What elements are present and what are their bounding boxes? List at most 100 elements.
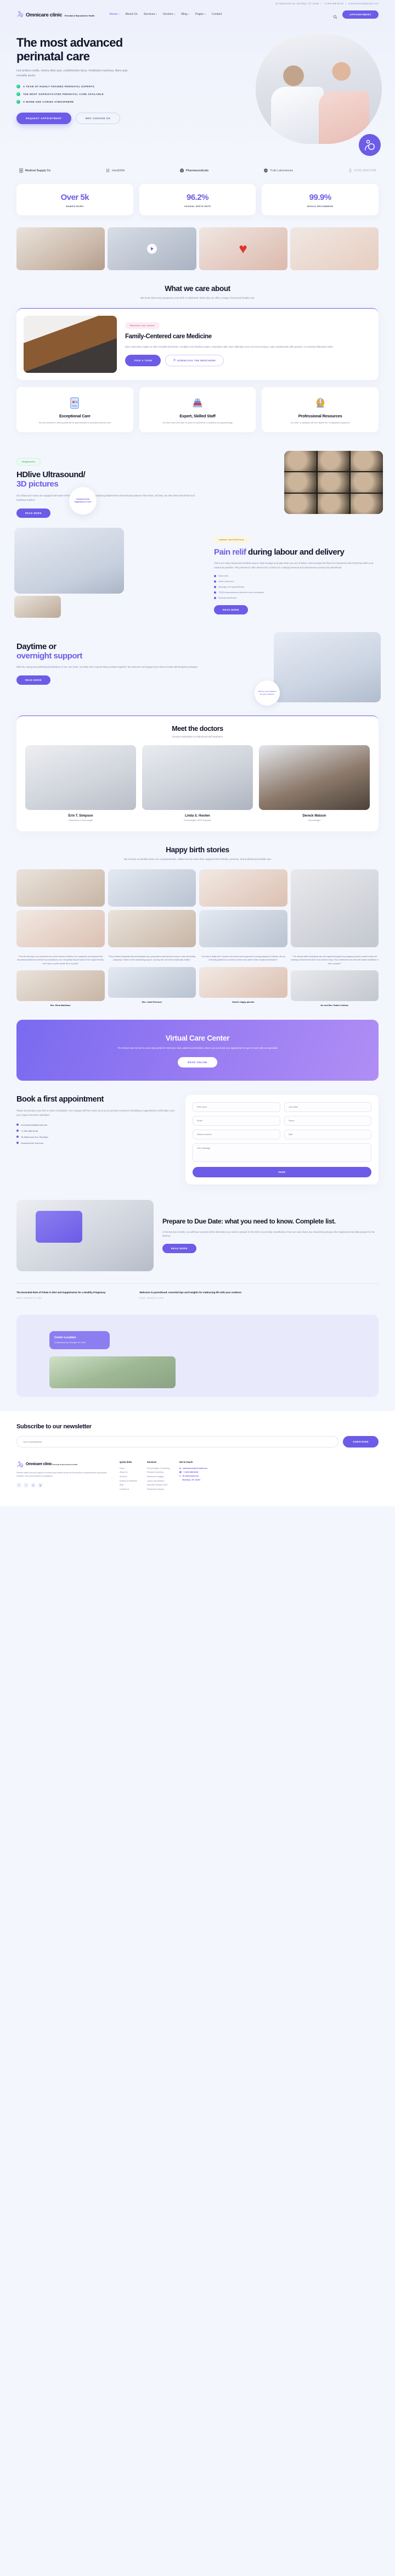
instagram-icon[interactable]: ig: [38, 1482, 43, 1488]
linkedin-icon[interactable]: in: [31, 1482, 36, 1488]
doctor-name: Linda S. Hooten: [185, 814, 210, 818]
partner-truth-laboratories[interactable]: Truth Laboratories: [263, 168, 293, 173]
footer-link[interactable]: Ultrasound Imaging: [147, 1475, 170, 1479]
clinic-video-thumbnail[interactable]: [108, 227, 196, 270]
footer-contact-email[interactable]: ✉ omnicareemail@email.com: [179, 1467, 207, 1471]
footer-contact-address-1[interactable]: ⚲ 16 Alderwood Ave.: [179, 1474, 207, 1478]
footer-column-heading: Quick links: [120, 1460, 132, 1463]
testimonial: "They provided compassionate and dedicat…: [108, 955, 196, 1007]
phone-input[interactable]: [284, 1115, 371, 1126]
footer-link[interactable]: Preconception Counseling: [147, 1467, 170, 1471]
blog-post[interactable]: Welcome to parenthood: essential tips an…: [139, 1290, 255, 1299]
book-online-button[interactable]: BOOK ONLINE: [178, 1057, 217, 1068]
site-header: Omnicare clinic Perinatal & Reproductive…: [0, 7, 395, 22]
list-item-label: Water birth: [218, 574, 229, 577]
footer-link[interactable]: Blog: [120, 1483, 137, 1488]
date-input[interactable]: [284, 1129, 371, 1139]
footer-brand-column: Omnicare clinic Perinatal & Reproductive…: [16, 1461, 110, 1492]
list-item-label: TENS transcutaneous electrical nerve sti…: [218, 591, 264, 594]
last-name-input[interactable]: [284, 1102, 371, 1112]
take-a-tour-button[interactable]: TAKE A TOUR: [125, 355, 161, 367]
play-icon[interactable]: [146, 244, 157, 254]
contact-address[interactable]: 16 Alderwood Ave. Brooklyn: [16, 1136, 176, 1138]
partner-handdna[interactable]: HandDNA: [105, 168, 125, 173]
first-name-input[interactable]: [193, 1102, 280, 1112]
care-card-pill: Discover our center: [125, 322, 160, 329]
due-date-read-more-button[interactable]: READ MORE: [162, 1244, 196, 1254]
footer-link[interactable]: Labour and Delivery: [147, 1479, 170, 1484]
baby-feet-photo: [290, 227, 379, 270]
footer-contact-label: +1 800 888 86 66: [183, 1471, 199, 1473]
map-section[interactable]: Center Location 16 Alderwood Ave, Brookl…: [16, 1314, 379, 1397]
ultrasound-read-more-button[interactable]: READ MORE: [16, 508, 50, 518]
topbar-email[interactable]: omnicareemail@email.com: [348, 2, 379, 5]
stat-number: 99.9%: [309, 193, 332, 202]
partner-medical-supply-co[interactable]: Medical Supply Co: [19, 168, 50, 173]
testimonial-photo: [16, 970, 105, 1001]
footer-link[interactable]: Neonatal Intensive Care: [147, 1483, 170, 1488]
nav-item-doctors[interactable]: Doctors ▾: [163, 13, 175, 16]
partner-pharmaceuticals[interactable]: Pharmaceuticals: [179, 168, 208, 173]
doctor-role: Perinatologist / MFM Specialist: [184, 819, 211, 822]
facebook-icon[interactable]: f: [16, 1482, 21, 1488]
contact-email[interactable]: omnicareemail@email.com: [16, 1124, 176, 1126]
footer-link[interactable]: Prenatal Screening: [147, 1471, 170, 1475]
pin-icon: ⚲: [179, 1474, 181, 1477]
footer-link[interactable]: Postpartum Support: [147, 1488, 170, 1492]
topbar-phone[interactable]: +1 800 888 86 66: [324, 2, 343, 5]
appointment-contact-list: omnicareemail@email.com +1 800 888 86 66…: [16, 1124, 176, 1144]
nav-item-about[interactable]: About Us: [126, 13, 138, 16]
hospital-bag-photo: [16, 1199, 154, 1271]
doctor-card[interactable]: Dereck Watson Neonatologist: [259, 745, 370, 822]
footer-link[interactable]: About Us: [120, 1471, 137, 1475]
pain-relief-title: Pain relif during labour and delivery: [214, 547, 379, 557]
nav-item-home[interactable]: Home ▾: [109, 13, 119, 16]
nav-item-services[interactable]: Services ▾: [144, 13, 157, 16]
footer-link[interactable]: Services: [120, 1475, 137, 1479]
service-select[interactable]: [193, 1129, 280, 1139]
partner-fito-doctor[interactable]: FITO DOCTOR: [348, 168, 376, 173]
nav-item-contact[interactable]: Contact: [212, 13, 222, 16]
twitter-icon[interactable]: t: [24, 1482, 29, 1488]
night-care-read-more-button[interactable]: READ MORE: [16, 675, 50, 685]
care-card-body: Duis consectetur sapien et nibh convalli…: [125, 345, 333, 348]
blog-row: The Essential Role of Folate in Diet and…: [0, 1284, 395, 1303]
logo[interactable]: Omnicare clinic Perinatal & Reproductive…: [16, 9, 94, 19]
contact-brochure[interactable]: Download the brochure: [16, 1142, 176, 1144]
nav-item-blog[interactable]: Blog ▾: [181, 13, 189, 16]
chevron-down-icon: ▾: [156, 13, 157, 15]
appointment-button[interactable]: APPOINTMENT: [342, 10, 379, 19]
send-button[interactable]: SEND: [193, 1166, 371, 1177]
doctor-with-family-photo: [14, 527, 124, 594]
feature-card-professional-resources: Professional Resources Our clinic is equ…: [262, 387, 379, 433]
testimonial: "Our baby is finally here! Thanks to the…: [199, 955, 287, 1007]
doctor-card[interactable]: Erin T. Simpson Obstetrician & Gynecolog…: [25, 745, 136, 822]
download-brochure-button[interactable]: 🗎 DOWNLOAD THE BROCHURE: [165, 355, 224, 367]
footer-link[interactable]: Home: [120, 1467, 137, 1471]
bullet-dot-icon: [214, 580, 216, 583]
search-icon[interactable]: [333, 12, 337, 19]
testimonials-row: "From the first days of my wonderful car…: [0, 947, 395, 1007]
footer-link[interactable]: Contact Us: [120, 1488, 137, 1492]
message-textarea[interactable]: [193, 1143, 371, 1162]
footer-contact-phone[interactable]: ☎ +1 800 888 86 66: [179, 1471, 207, 1474]
request-appointment-button[interactable]: REQUEST APPOINTMENT: [16, 112, 71, 124]
email-input[interactable]: [193, 1115, 280, 1126]
why-choose-us-button[interactable]: WHY CHOOSE US: [75, 112, 121, 124]
hero-bullet-label: A TEAM OF HIGHLY-TRAINED PERINATAL EXPER…: [23, 85, 95, 88]
footer-link[interactable]: Doctors & Residents: [120, 1479, 137, 1484]
contact-phone[interactable]: +1 800 888 86 66: [16, 1130, 176, 1132]
nav-item-pages[interactable]: Pages ▾: [195, 13, 206, 16]
pain-relief-title-accent: Pain relif: [214, 547, 246, 557]
newsletter-email-input[interactable]: [16, 1435, 339, 1448]
care-subheading: We know that every pregnancy and birth i…: [140, 297, 255, 299]
footer-logo[interactable]: Omnicare clinic Perinatal & Reproductive…: [16, 1461, 110, 1468]
pain-relief-read-more-button[interactable]: READ MORE: [214, 605, 248, 614]
photo-mosaic: ♥: [0, 227, 395, 270]
hero-lead: Led at libero mollis, viverra dolor quis…: [16, 69, 128, 77]
subscribe-button[interactable]: SUBSCRIBE: [343, 1435, 379, 1448]
blog-post[interactable]: The Essential Role of Folate in Diet and…: [16, 1290, 132, 1299]
story-photo: [108, 869, 196, 907]
stories-subheading: We receive so families have our compassi…: [123, 857, 272, 860]
doctor-card[interactable]: Linda S. Hooten Perinatologist / MFM Spe…: [142, 745, 253, 822]
